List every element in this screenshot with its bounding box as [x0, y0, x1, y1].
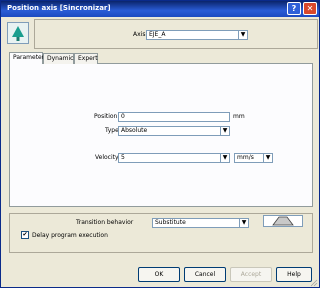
velocity-unit-select[interactable]: mm/s	[234, 153, 266, 163]
type-dropdown-arrow[interactable]: ▼	[220, 126, 230, 136]
resize-grip-icon[interactable]	[310, 279, 318, 287]
delay-label: Delay program execution	[32, 232, 108, 239]
tab-dynamics[interactable]: Dynamics	[43, 53, 77, 64]
title-bar[interactable]: Position axis [Sincronizar] ? ✕	[1, 1, 319, 17]
position-input[interactable]: 0	[118, 112, 230, 122]
tab-expert[interactable]: Expert	[74, 53, 98, 64]
velocity-dropdown-arrow[interactable]: ▼	[220, 153, 230, 163]
position-unit: mm	[233, 113, 245, 120]
transition-behavior-label: Transition behavior	[76, 219, 134, 226]
tab-parameter[interactable]: Parameter	[9, 52, 44, 64]
position-label: Position	[94, 113, 118, 120]
window-title: Position axis [Sincronizar]	[7, 4, 111, 12]
transition-behavior-select[interactable]: Substitute	[152, 218, 242, 228]
accept-button[interactable]: Accept	[230, 267, 272, 282]
type-select[interactable]: Absolute	[118, 126, 223, 136]
axis-label: Axis	[133, 31, 146, 38]
velocity-input[interactable]: 5	[118, 153, 223, 163]
axis-select[interactable]: EJE_A	[146, 30, 241, 40]
axis-position-icon	[7, 22, 29, 44]
cancel-button[interactable]: Cancel	[184, 267, 226, 282]
help-title-button[interactable]: ?	[287, 2, 301, 15]
help-button[interactable]: Help	[276, 267, 312, 282]
dialog-window: Position axis [Sincronizar] ? ✕ Axis EJE…	[0, 0, 320, 288]
ok-button[interactable]: OK	[138, 267, 180, 282]
axis-dropdown-arrow[interactable]: ▼	[238, 30, 248, 40]
velocity-label: Velocity	[95, 154, 119, 161]
transition-dropdown-arrow[interactable]: ▼	[239, 218, 249, 228]
close-button[interactable]: ✕	[303, 2, 317, 15]
velocity-unit-dropdown-arrow[interactable]: ▼	[263, 153, 273, 163]
type-label: Type	[105, 127, 119, 134]
delay-checkbox[interactable]: ✔	[21, 231, 29, 239]
transition-profile-icon	[263, 215, 303, 227]
